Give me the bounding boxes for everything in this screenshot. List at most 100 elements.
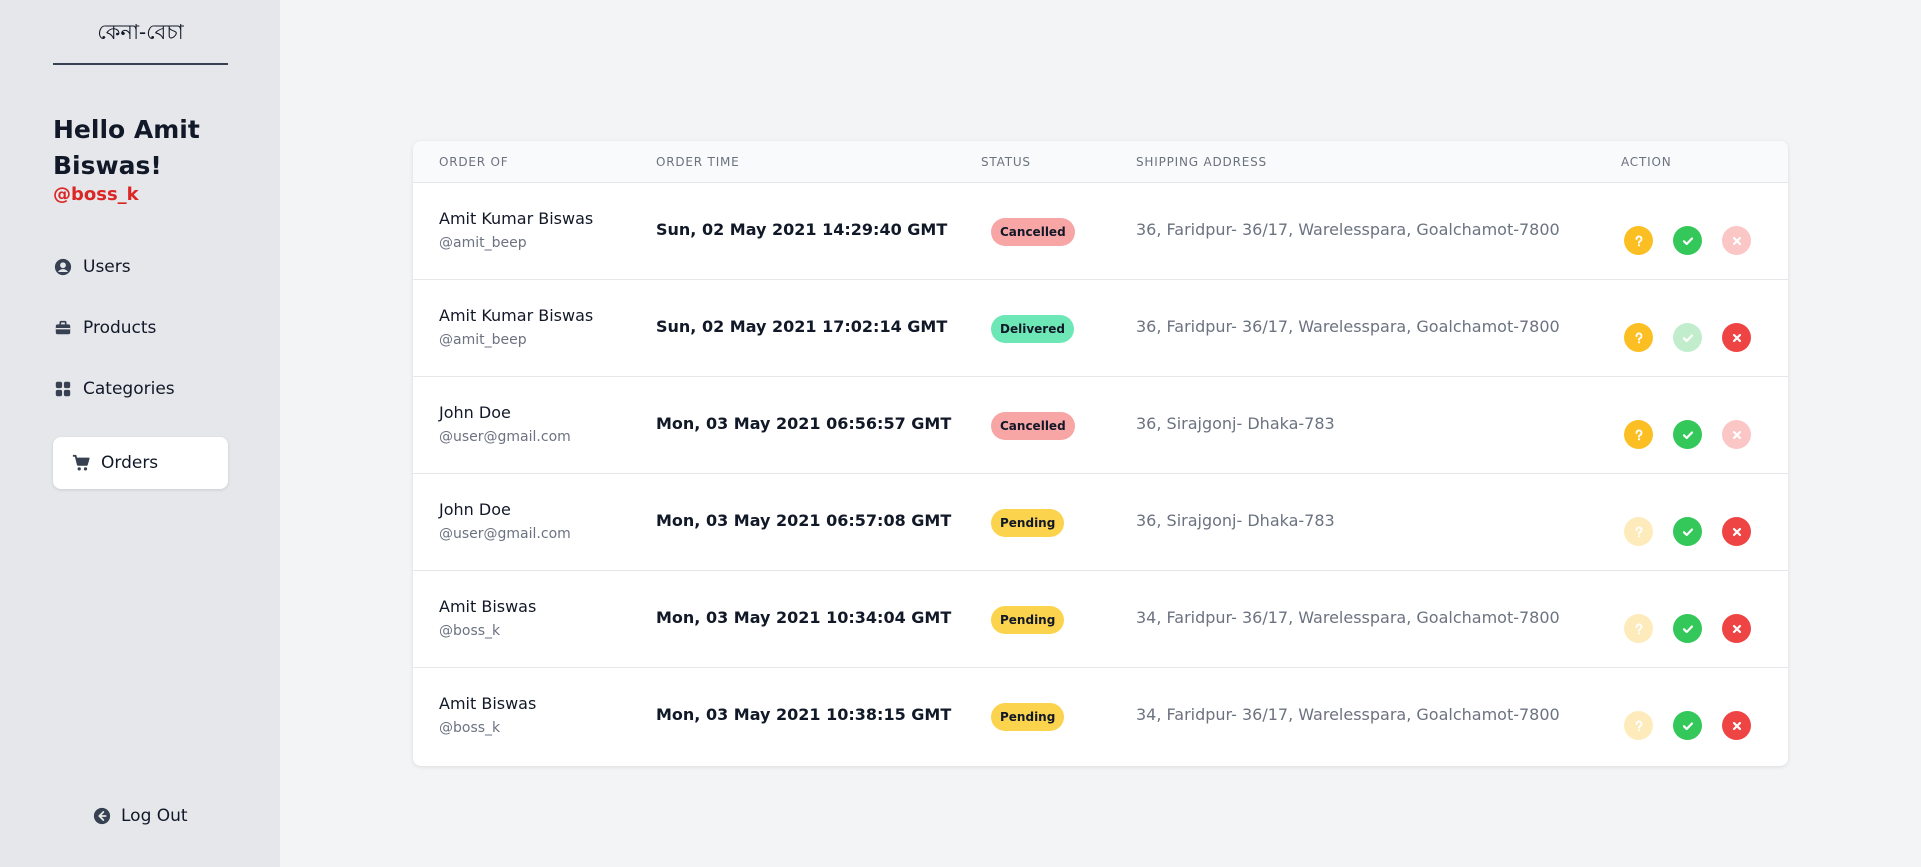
row-actions (1624, 711, 1751, 740)
shipping-address: 36, Faridpur- 36/17, Warelesspara, Goalc… (1136, 317, 1560, 336)
table-row: Amit Biswas @boss_k Mon, 03 May 2021 10:38… (413, 668, 1788, 765)
customer-handle: @boss_k (439, 623, 501, 639)
row-actions (1624, 226, 1751, 255)
logout-button[interactable]: Log Out (93, 806, 188, 826)
sidebar-item-label: Products (83, 318, 157, 338)
customer-name: Amit Kumar Biswas (439, 209, 594, 228)
row-actions (1624, 517, 1751, 546)
sidebar: কেনা-বেচা Hello Amit Biswas! @boss_k Use… (0, 0, 280, 867)
customer-handle: @boss_k (439, 720, 501, 736)
sidebar-item-label: Orders (101, 453, 159, 473)
x-circle-icon (1730, 719, 1744, 733)
x-circle-icon (1730, 428, 1744, 442)
question-circle-icon (1632, 234, 1646, 248)
order-time: Sun, 02 May 2021 17:02:14 GMT (656, 317, 948, 336)
question-circle-icon (1632, 525, 1646, 539)
customer-name: Amit Kumar Biswas (439, 306, 594, 325)
user-circle-icon (53, 257, 73, 277)
order-time: Mon, 03 May 2021 10:34:04 GMT (656, 608, 952, 627)
mark-pending-button[interactable] (1624, 420, 1653, 449)
shipping-address: 34, Faridpur- 36/17, Warelesspara, Goalc… (1136, 608, 1560, 627)
status-badge: Delivered (991, 315, 1074, 343)
row-actions (1624, 323, 1751, 352)
check-circle-icon (1681, 525, 1695, 539)
cancel-order-button[interactable] (1722, 226, 1751, 255)
table-row: John Doe @user@gmail.com Mon, 03 May 2021 … (413, 377, 1788, 474)
orders-table: ORDER OF ORDER TIME STATUS SHIPPING ADDR… (413, 141, 1788, 766)
check-circle-icon (1681, 428, 1695, 442)
column-header-order-of: ORDER OF (439, 155, 509, 169)
check-circle-icon (1681, 622, 1695, 636)
sidebar-item-label: Users (83, 257, 131, 277)
mark-delivered-button[interactable] (1673, 226, 1702, 255)
customer-handle: @amit_beep (439, 235, 527, 251)
shipping-address: 36, Sirajgonj- Dhaka-783 (1136, 414, 1335, 433)
table-row: Amit Biswas @boss_k Mon, 03 May 2021 10:34… (413, 571, 1788, 668)
mark-delivered-button[interactable] (1673, 323, 1702, 352)
table-row: Amit Kumar Biswas @amit_beep Sun, 02 May 2… (413, 183, 1788, 280)
check-circle-icon (1681, 331, 1695, 345)
x-circle-icon (1730, 622, 1744, 636)
check-circle-icon (1681, 719, 1695, 733)
shipping-address: 36, Faridpur- 36/17, Warelesspara, Goalc… (1136, 220, 1560, 239)
username: @boss_k (53, 184, 139, 205)
status-badge: Cancelled (991, 218, 1075, 246)
x-circle-icon (1730, 331, 1744, 345)
cancel-order-button[interactable] (1722, 323, 1751, 352)
mark-pending-button[interactable] (1624, 614, 1653, 643)
question-circle-icon (1632, 428, 1646, 442)
customer-handle: @user@gmail.com (439, 429, 571, 445)
status-badge: Cancelled (991, 412, 1075, 440)
briefcase-icon (53, 318, 73, 338)
greeting: Hello Amit Biswas! (53, 115, 200, 180)
status-badge: Pending (991, 509, 1065, 537)
cancel-order-button[interactable] (1722, 420, 1751, 449)
sidebar-item-products[interactable]: Products (53, 302, 228, 354)
cart-icon (71, 453, 91, 473)
sidebar-item-users[interactable]: Users (53, 241, 228, 293)
mark-pending-button[interactable] (1624, 711, 1653, 740)
column-header-action: ACTION (1621, 155, 1672, 169)
column-header-order-time: ORDER TIME (656, 155, 740, 169)
cancel-order-button[interactable] (1722, 711, 1751, 740)
arrow-left-circle-icon (93, 807, 111, 825)
logout-label: Log Out (121, 806, 188, 826)
status-badge: Pending (991, 703, 1065, 731)
cancel-order-button[interactable] (1722, 614, 1751, 643)
shipping-address: 34, Faridpur- 36/17, Warelesspara, Goalc… (1136, 705, 1560, 724)
grid-icon (53, 379, 73, 399)
question-circle-icon (1632, 331, 1646, 345)
mark-pending-button[interactable] (1624, 517, 1653, 546)
customer-handle: @amit_beep (439, 332, 527, 348)
question-circle-icon (1632, 622, 1646, 636)
mark-delivered-button[interactable] (1673, 420, 1702, 449)
mark-pending-button[interactable] (1624, 323, 1653, 352)
shipping-address: 36, Sirajgonj- Dhaka-783 (1136, 511, 1335, 530)
order-time: Sun, 02 May 2021 14:29:40 GMT (656, 220, 948, 239)
status-badge: Pending (991, 606, 1065, 634)
mark-delivered-button[interactable] (1673, 614, 1702, 643)
mark-delivered-button[interactable] (1673, 517, 1702, 546)
x-circle-icon (1730, 525, 1744, 539)
sidebar-item-label: Categories (83, 379, 175, 399)
column-header-status: STATUS (981, 155, 1031, 169)
sidebar-item-orders[interactable]: Orders (53, 437, 228, 489)
order-time: Mon, 03 May 2021 10:38:15 GMT (656, 705, 952, 724)
brand-logo[interactable]: কেনা-বেচা (53, 16, 228, 65)
sidebar-item-categories[interactable]: Categories (53, 363, 228, 415)
mark-pending-button[interactable] (1624, 226, 1653, 255)
order-time: Mon, 03 May 2021 06:56:57 GMT (656, 414, 952, 433)
customer-name: Amit Biswas (439, 597, 537, 616)
table-header: ORDER OF ORDER TIME STATUS SHIPPING ADDR… (413, 141, 1788, 183)
customer-name: John Doe (439, 500, 511, 519)
x-circle-icon (1730, 234, 1744, 248)
customer-name: John Doe (439, 403, 511, 422)
mark-delivered-button[interactable] (1673, 711, 1702, 740)
check-circle-icon (1681, 234, 1695, 248)
table-row: Amit Kumar Biswas @amit_beep Sun, 02 May 2… (413, 280, 1788, 377)
order-time: Mon, 03 May 2021 06:57:08 GMT (656, 511, 952, 530)
customer-name: Amit Biswas (439, 694, 537, 713)
cancel-order-button[interactable] (1722, 517, 1751, 546)
table-body: Amit Kumar Biswas @amit_beep Sun, 02 May 2… (413, 183, 1788, 765)
table-row: John Doe @user@gmail.com Mon, 03 May 2021 … (413, 474, 1788, 571)
